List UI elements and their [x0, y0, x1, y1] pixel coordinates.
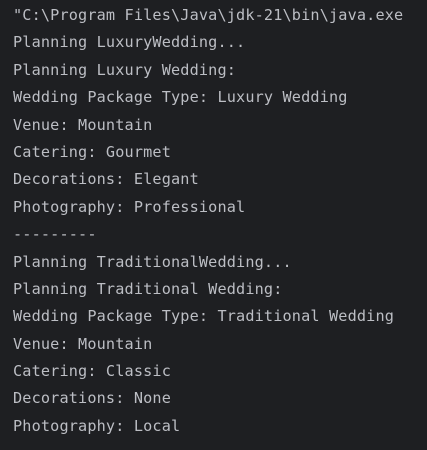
console-line: Catering: Classic: [13, 362, 171, 381]
console-line: Wedding Package Type: Traditional Weddin…: [13, 307, 395, 326]
console-line: Venue: Mountain: [13, 115, 153, 134]
console-line: Planning LuxuryWedding...: [13, 33, 246, 52]
console-line: Planning TraditionalWedding...: [13, 252, 292, 271]
console-line: Planning Luxury Wedding:: [13, 60, 237, 79]
console-line: Planning Traditional Wedding:: [13, 279, 283, 298]
console-lines: "C:\Program Files\Java\jdk-21\bin\java.e…: [13, 4, 427, 442]
console-line: Venue: Mountain: [13, 334, 153, 353]
console-line: Photography: Professional: [13, 197, 246, 216]
run-console-output[interactable]: "C:\Program Files\Java\jdk-21\bin\java.e…: [0, 0, 427, 450]
console-line: Catering: Gourmet: [13, 142, 171, 161]
console-line-command: "C:\Program Files\Java\jdk-21\bin\java.e…: [13, 6, 404, 24]
console-line: Wedding Package Type: Luxury Wedding: [13, 88, 348, 107]
console-separator-line: ---------: [13, 225, 97, 244]
console-line: Decorations: None: [13, 389, 171, 408]
console-line: Photography: Local: [13, 416, 181, 435]
console-line: Decorations: Elegant: [13, 170, 199, 189]
